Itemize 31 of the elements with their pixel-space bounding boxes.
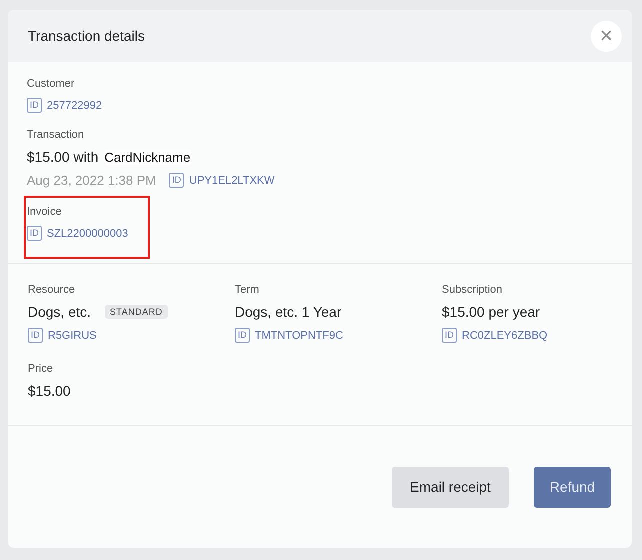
transaction-date: Aug 23, 2022 1:38 PM (27, 173, 156, 188)
refund-button[interactable]: Refund (534, 466, 611, 508)
field-value: $15.00 (28, 383, 72, 399)
id-tag: ID (169, 173, 184, 188)
id-link[interactable]: RC0ZLEY6ZBBQ (462, 330, 548, 342)
id-tag: ID (27, 226, 42, 241)
field-label: Resource (28, 284, 76, 296)
id-link[interactable]: R5GIRUS (48, 330, 97, 342)
field-label: Price (28, 363, 54, 375)
id-tag: ID (442, 328, 457, 343)
id-link[interactable]: 257722992 (47, 100, 102, 112)
field-label: Term (235, 284, 260, 296)
email-button[interactable]: Email receipt (392, 466, 509, 508)
field-value: $15.00 per year (442, 304, 540, 320)
id-link[interactable]: TMTNTOPNTF9C (255, 330, 344, 342)
id-tag: ID (28, 328, 43, 343)
field-label: Invoice (27, 206, 63, 218)
id-tag: ID (27, 98, 42, 113)
field-label: Transaction (27, 129, 86, 141)
field-label: Customer (27, 78, 76, 90)
id-link[interactable]: UPY1EL2LTXKW (189, 174, 275, 186)
field-label: Subscription (442, 284, 504, 296)
field-value: $15.00 with (27, 149, 99, 165)
plan-badge: STANDARD (105, 305, 168, 319)
id-link[interactable]: SZL2200000003 (47, 228, 128, 240)
id-tag: ID (235, 328, 250, 343)
field-value: Dogs, etc. (28, 304, 92, 320)
close-button[interactable]: × (591, 20, 622, 52)
card-nickname: CardNickname (104, 150, 191, 164)
dialog-title: Transaction details (28, 28, 145, 44)
field-value: Dogs, etc. 1 Year (235, 304, 342, 320)
